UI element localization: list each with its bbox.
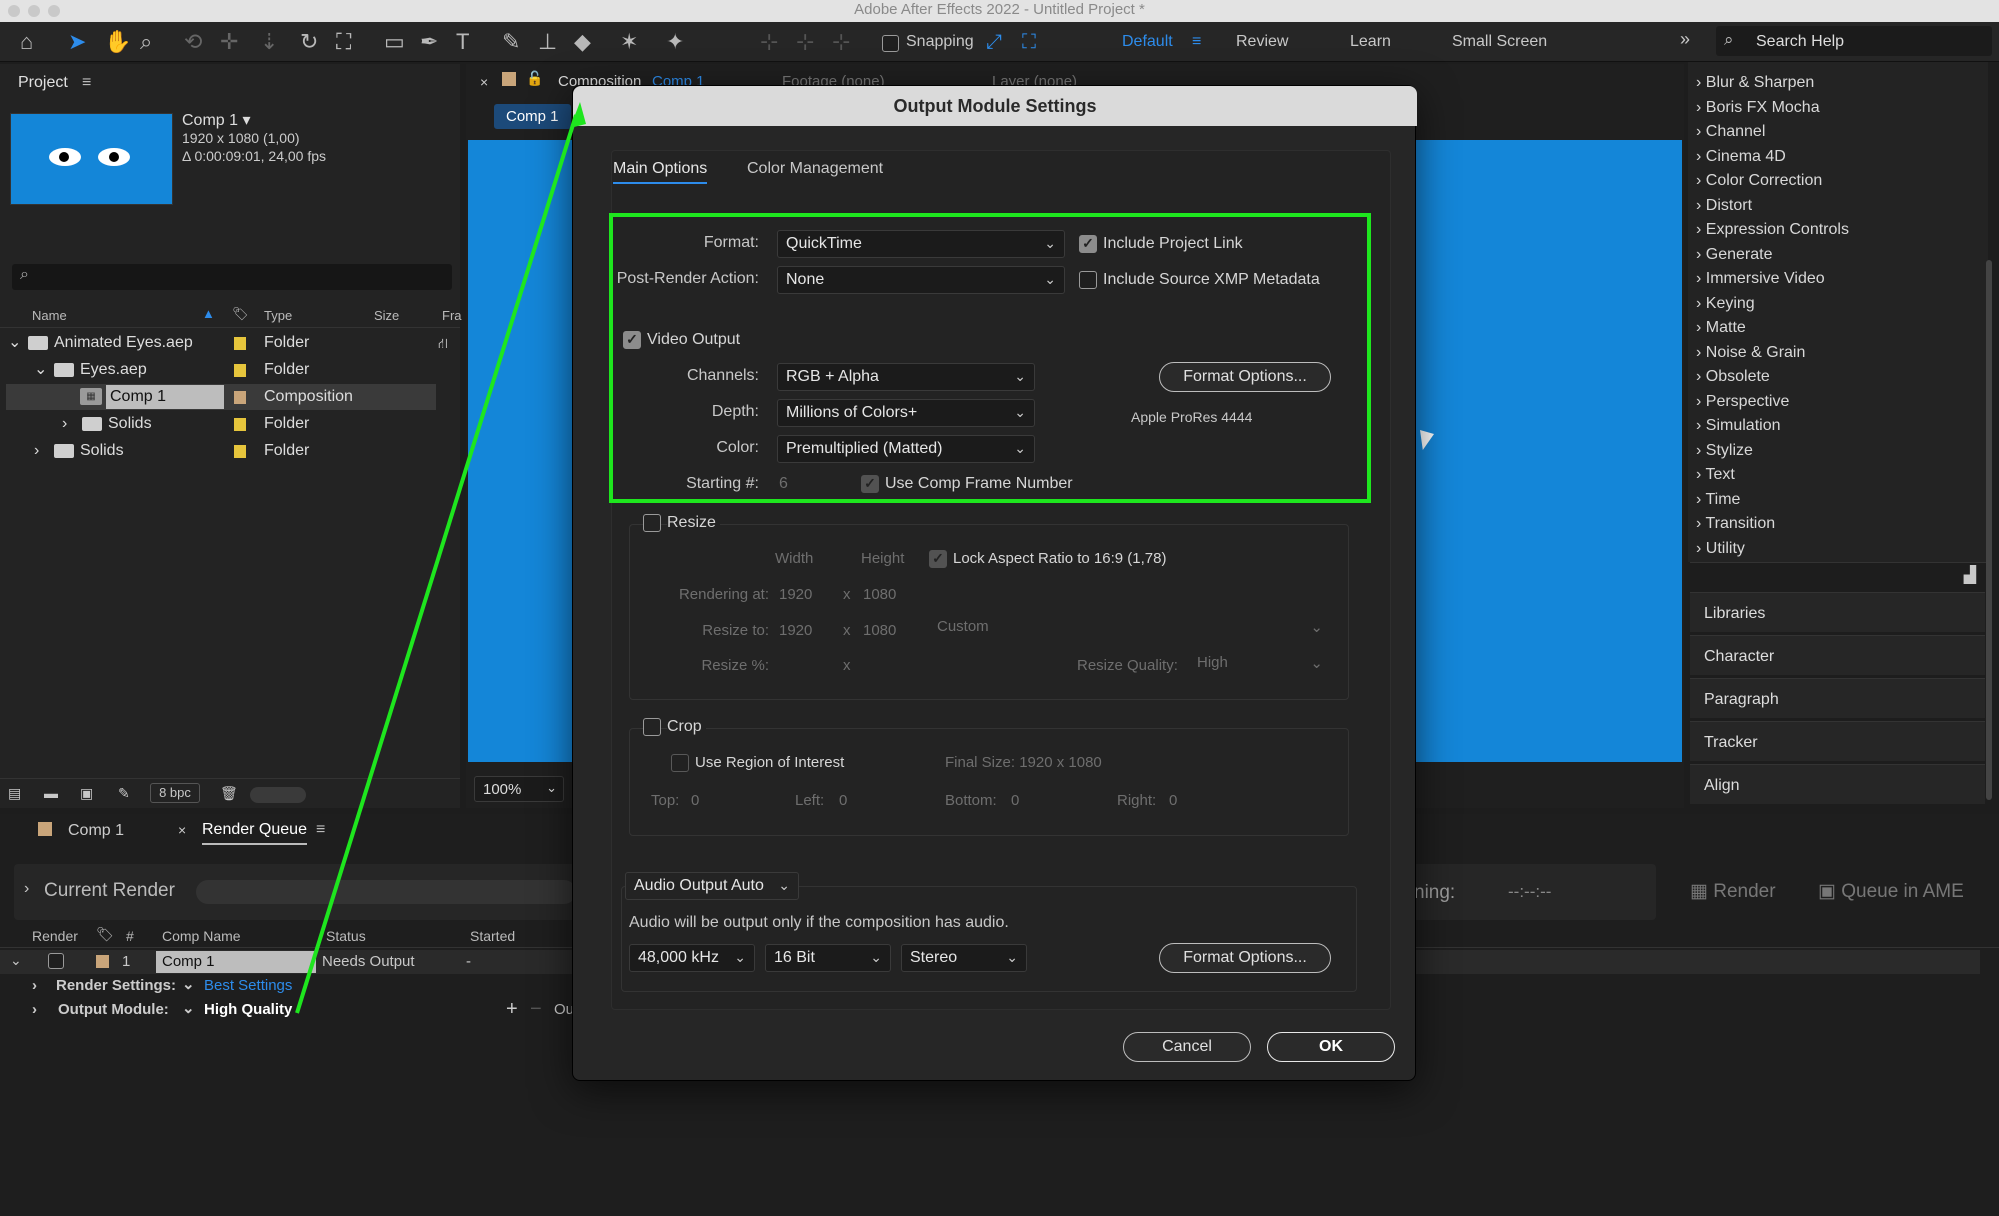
arrow-line: [295, 114, 578, 1014]
annotation-arrow: [295, 102, 586, 1014]
arrow-head: [570, 102, 586, 128]
